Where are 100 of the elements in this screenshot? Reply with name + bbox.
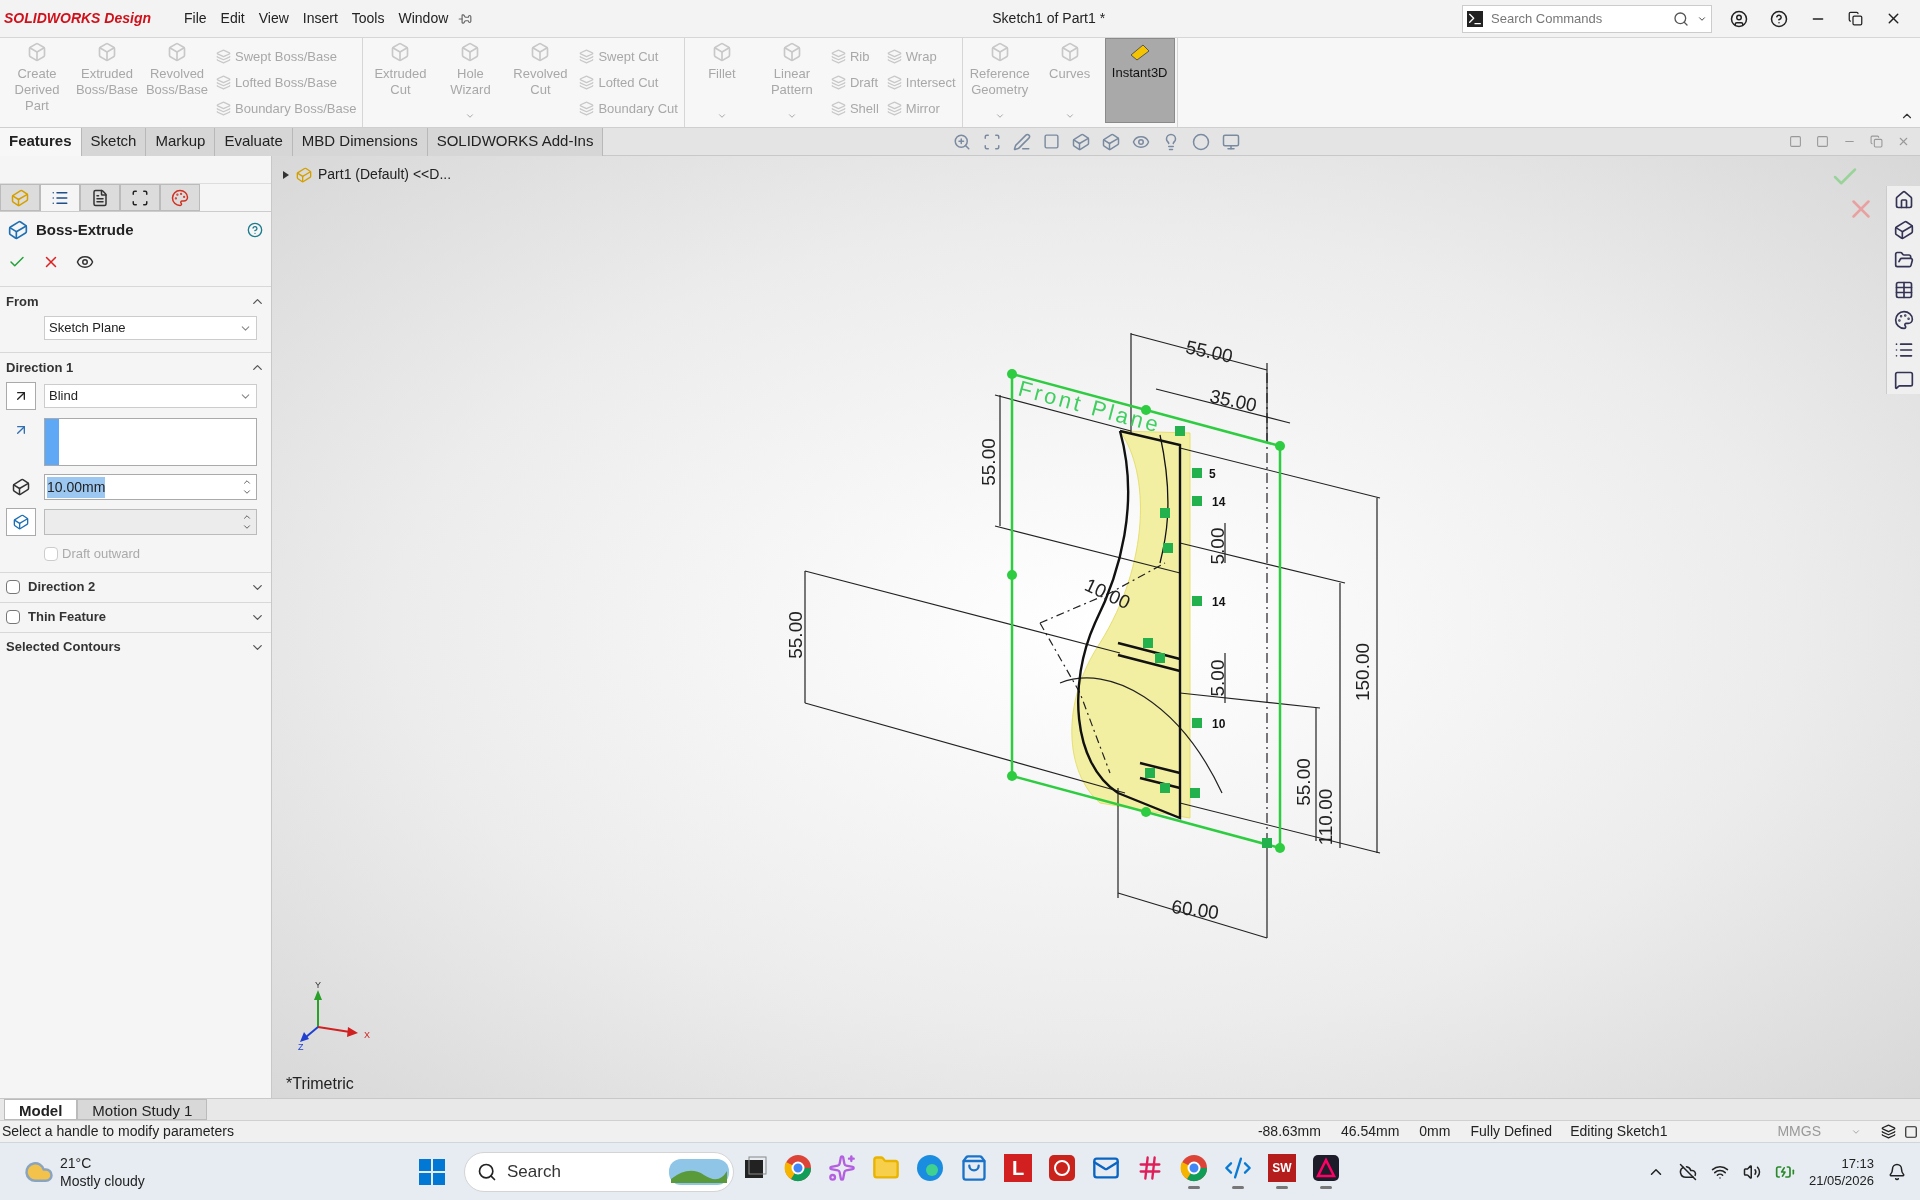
menu-item[interactable]: Edit [216,8,249,29]
command-tab[interactable]: Sketch [81,127,147,156]
status-message: Select a handle to modify parameters [2,1122,234,1141]
dimension-value[interactable]: 55.00 [1293,758,1314,806]
draft-angle-field[interactable] [44,509,257,535]
extrude-icon [8,220,28,240]
box-icon [460,42,481,62]
window-title: Sketch1 of Part1 * [992,9,1106,28]
selection-box[interactable] [44,418,257,466]
layers-icon [579,101,595,116]
reverse-direction-button[interactable] [6,382,36,410]
box-icon [530,42,551,62]
home-icon[interactable] [1893,190,1914,210]
relation-label: 14 [1212,595,1226,610]
preview-icon[interactable] [76,253,94,271]
relation-label: 10 [1212,717,1226,732]
dimension-value[interactable]: 55.00 [785,611,806,659]
dimension-value[interactable]: 60.00 [1170,895,1221,924]
volume-icon[interactable] [1742,1162,1761,1181]
dropdown[interactable]: Sketch Plane [44,316,257,340]
dimension-value[interactable]: 55.00 [978,438,999,486]
search-field[interactable]: Search Commands [1462,4,1712,33]
chat-icon[interactable] [1893,370,1914,390]
box-icon [390,42,411,62]
menu-item[interactable]: Insert [298,8,342,29]
pen-icon[interactable] [1013,132,1032,151]
account-icon[interactable] [1730,9,1748,28]
layers-icon [886,101,902,116]
checkbox[interactable] [6,610,20,624]
restore-icon[interactable] [1848,11,1863,26]
panel-tab[interactable] [40,184,80,211]
box-icon [781,42,802,62]
list-icon[interactable] [1893,340,1914,360]
coordinate-value: 46.54mm [1340,1122,1400,1141]
caret-icon [465,111,476,121]
layers-icon[interactable] [1881,1124,1896,1139]
command-tab[interactable]: SOLIDWORKS Add-Ins [427,127,604,156]
search-icon [477,1161,497,1182]
panel-tab[interactable] [80,184,120,211]
display-style-icon[interactable] [1102,132,1121,151]
sketch-status: Fully Defined [1470,1122,1553,1141]
layers-icon [830,49,846,64]
dimension-value[interactable]: 110.00 [1315,788,1336,846]
help-icon[interactable] [1770,9,1788,28]
palette-icon [171,188,189,207]
command-tab[interactable]: Evaluate [215,127,293,156]
depth-field[interactable]: 10.00mm [44,474,257,500]
menu-item[interactable]: View [254,8,293,29]
draft-button[interactable] [6,508,36,536]
menu-item[interactable]: Tools [347,8,389,29]
document-logo-icon [1048,1154,1076,1182]
command-tab[interactable]: MBD Dimensions [292,127,428,156]
panel-icon[interactable] [1904,1124,1918,1139]
caret-icon [716,111,727,121]
tree-item[interactable]: Part1 (Default) <<D... [318,164,452,185]
landscape-icon [669,1156,729,1187]
command-tab[interactable]: Features [0,127,82,156]
dimension-value[interactable]: 5.00 [1207,659,1228,697]
plane-label: Front Plane [1015,375,1164,438]
depth-icon [12,478,30,496]
table-icon[interactable] [1893,280,1914,300]
section-view-icon[interactable] [1043,133,1061,150]
taskbar-search[interactable]: Search [464,1151,734,1192]
dimension-value[interactable]: 150.00 [1352,642,1373,702]
start-icon[interactable] [418,1157,446,1186]
panel-title: Boss-Extrude [36,219,134,240]
ribbon-button[interactable]: Instant3D [1104,38,1175,123]
notification-icon[interactable] [1888,1162,1906,1181]
triangle-logo-icon [1312,1154,1340,1182]
menu-item[interactable]: File [180,8,211,29]
checkbox[interactable] [6,580,20,594]
palette-icon[interactable] [1893,310,1914,330]
expand-arrow-icon[interactable] [282,169,290,180]
clock-time: 17:13 [1841,1154,1874,1172]
pin-icon[interactable] [458,11,473,26]
sphere-icon[interactable] [1192,132,1211,151]
dimension-value[interactable]: 55.00 [1183,336,1235,367]
model-tab[interactable]: Motion Study 1 [77,1099,208,1120]
model-tab[interactable]: Model [4,1099,78,1120]
checkbox-label: Draft outward [62,545,141,563]
caret-icon [994,111,1005,121]
zoom-area-icon[interactable] [983,132,1002,151]
monitor-icon[interactable] [1222,132,1241,151]
folder-icon[interactable] [1893,250,1914,270]
circle-logo-icon [784,1154,812,1182]
menu-item[interactable]: Window [394,8,453,29]
dimension-value[interactable]: 5.00 [1207,527,1228,565]
tile-icon[interactable] [1816,135,1829,148]
zoom-icon[interactable] [953,132,972,151]
dimension-value[interactable]: 35.00 [1207,385,1259,416]
tile-icon[interactable] [1789,135,1802,148]
dimension-value[interactable]: 10.00 [1081,574,1134,614]
cloud-off-icon[interactable] [1678,1162,1697,1181]
app-logo: SOLIDWORKS Design [3,9,152,28]
command-tab[interactable]: Markup [146,127,216,156]
caret-icon [1064,111,1075,121]
panel-tab[interactable] [120,184,160,211]
dropdown[interactable]: Blind [44,384,257,408]
layers-icon [830,101,846,116]
cube-icon[interactable] [1893,220,1914,240]
